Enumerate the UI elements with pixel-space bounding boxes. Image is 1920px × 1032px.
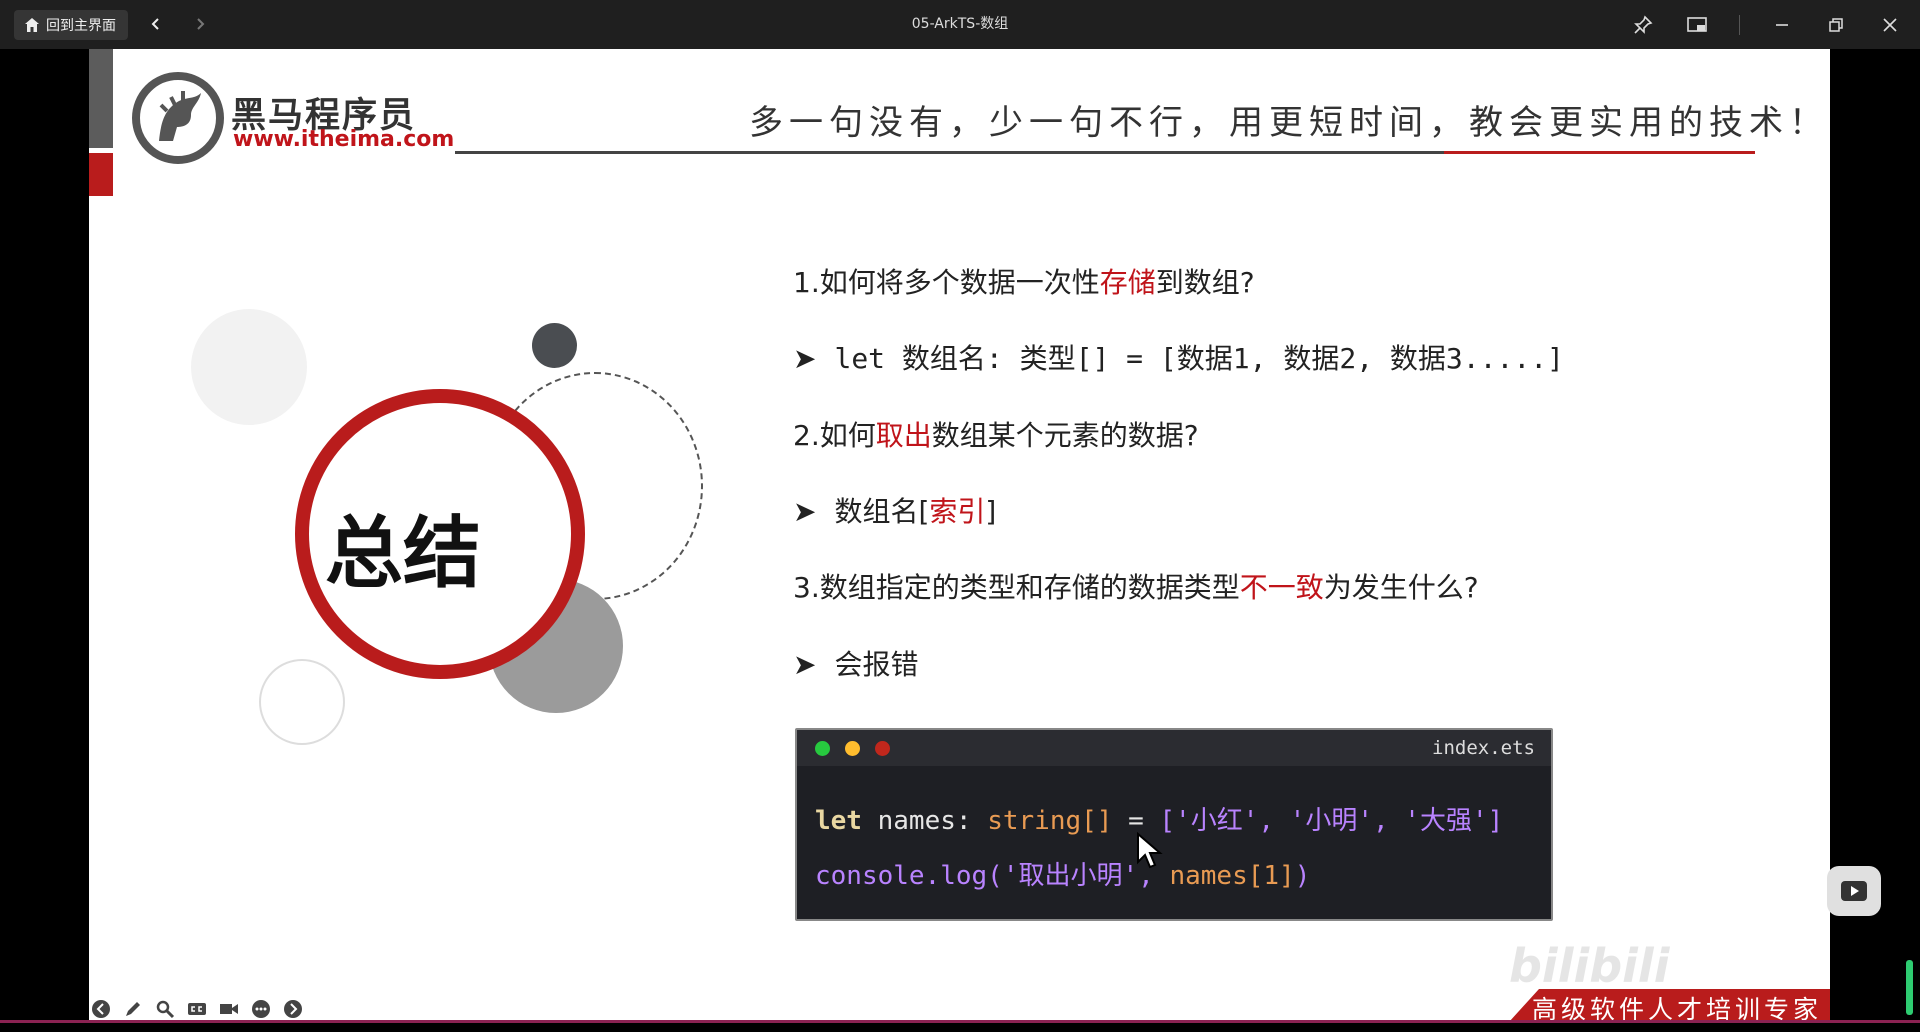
slogan: 多一句没有，少一句不行，用更短时间，教会更实用的技术！ <box>749 103 1829 143</box>
code-argument: names[1] <box>1169 861 1295 891</box>
pen-tool-button[interactable] <box>121 998 145 1020</box>
play-icon <box>1841 881 1867 901</box>
answer-2-suffix: ] <box>985 495 997 528</box>
deco-circle-dark-small <box>532 323 577 368</box>
arrow-right-circle-icon <box>284 1000 302 1018</box>
mac-green-dot <box>815 741 830 756</box>
bilibili-play-button[interactable] <box>1827 866 1881 916</box>
code-keyword: let <box>815 806 862 836</box>
question-1: 1.如何将多个数据一次性存储到数组? <box>793 261 1255 301</box>
deco-circle-outline <box>259 659 345 745</box>
answer-3-text: 会报错 <box>834 648 919 681</box>
magnifier-icon <box>156 1000 175 1019</box>
code-call: console.log('取出小明', <box>815 861 1170 891</box>
horse-logo-icon <box>132 72 224 164</box>
arrow-left-circle-icon <box>92 1000 110 1018</box>
close-icon <box>1883 17 1897 32</box>
slogan-banner-text: 高级软件人才培训专家 <box>1531 995 1822 1022</box>
question-1-highlight: 存储 <box>1099 266 1156 299</box>
code-close-paren: ) <box>1294 861 1311 891</box>
arrow-bullet-icon: ➤ <box>793 495 817 528</box>
pin-icon <box>1634 15 1653 34</box>
question-2-highlight: 取出 <box>875 419 932 452</box>
answer-2: ➤ 数组名[索引] <box>793 490 996 530</box>
captions-button[interactable] <box>185 998 209 1020</box>
answer-2-highlight: 索引 <box>929 495 986 528</box>
question-3: 3.数组指定的类型和存储的数据类型不一致为发生什么? <box>793 566 1479 606</box>
arrow-bullet-icon: ➤ <box>793 648 817 681</box>
mac-yellow-dot <box>845 741 860 756</box>
progress-line <box>0 1020 1920 1023</box>
answer-1: ➤ let 数组名: 类型[] = [数据1, 数据2, 数据3.....] <box>793 337 1564 377</box>
toolbar-divider <box>1739 14 1740 35</box>
captions-icon <box>188 1003 206 1015</box>
brand-url: www.itheima.com <box>233 127 455 152</box>
pin-button[interactable] <box>1631 13 1655 37</box>
restore-button[interactable] <box>1824 13 1848 37</box>
picture-in-picture-button[interactable] <box>1685 13 1709 37</box>
summary-title: 总结 <box>324 509 481 599</box>
bilibili-watermark: bilibili <box>1509 939 1670 993</box>
more-dots-icon <box>252 1000 270 1018</box>
code-identifier: names: <box>861 806 988 836</box>
prev-slide-button[interactable] <box>89 998 113 1020</box>
code-type: string[] <box>987 806 1113 836</box>
code-window: index.ets let names: string[] = ['小红', '… <box>795 728 1553 921</box>
minimize-button[interactable] <box>1770 13 1794 37</box>
zoom-tool-button[interactable] <box>153 998 177 1020</box>
question-2: 2.如何取出数组某个元素的数据? <box>793 414 1199 454</box>
close-button[interactable] <box>1878 13 1902 37</box>
question-1-text: 1.如何将多个数据一次性 <box>793 266 1100 299</box>
header-deco-red <box>89 153 113 196</box>
answer-3: ➤ 会报错 <box>793 643 918 683</box>
header-divider-accent <box>1444 151 1755 154</box>
video-camera-icon <box>220 1004 238 1014</box>
camera-button[interactable] <box>217 998 241 1020</box>
code-array-literal: ['小红', '小明', '大强'] <box>1159 806 1504 836</box>
arrow-bullet-icon: ➤ <box>793 342 817 375</box>
question-1-suffix: 到数组? <box>1155 266 1255 299</box>
window-titlebar: 回到主界面 05-ArkTS-数组 <box>0 0 1920 49</box>
presenter-toolbar <box>89 998 305 1020</box>
restore-icon <box>1829 17 1843 32</box>
question-2-suffix: 数组某个元素的数据? <box>931 419 1199 452</box>
more-options-button[interactable] <box>249 998 273 1020</box>
picture-in-picture-icon <box>1687 16 1707 32</box>
mouse-cursor-icon <box>1137 832 1163 869</box>
minimize-icon <box>1776 23 1788 26</box>
answer-1-text: let 数组名: 类型[] = [数据1, 数据2, 数据3.....] <box>834 342 1564 375</box>
question-3-suffix: 为发生什么? <box>1323 571 1479 604</box>
question-3-highlight: 不一致 <box>1239 571 1324 604</box>
next-slide-button[interactable] <box>281 998 305 1020</box>
question-2-text: 2.如何 <box>793 419 876 452</box>
code-file-name: index.ets <box>1432 737 1535 759</box>
answer-2-text: 数组名[ <box>834 495 930 528</box>
code-window-header: index.ets <box>797 730 1551 766</box>
deco-circle-light <box>191 309 307 425</box>
question-3-text: 3.数组指定的类型和存储的数据类型 <box>793 571 1240 604</box>
mac-red-dot <box>875 741 890 756</box>
header-deco-gray <box>89 49 113 148</box>
presentation-slide: 黑马程序员 www.itheima.com 多一句没有，少一句不行，用更短时间，… <box>89 49 1830 1022</box>
pen-icon <box>126 1002 140 1016</box>
volume-indicator <box>1906 960 1913 1015</box>
code-line-2: console.log('取出小明', names[1]) <box>815 855 1310 892</box>
